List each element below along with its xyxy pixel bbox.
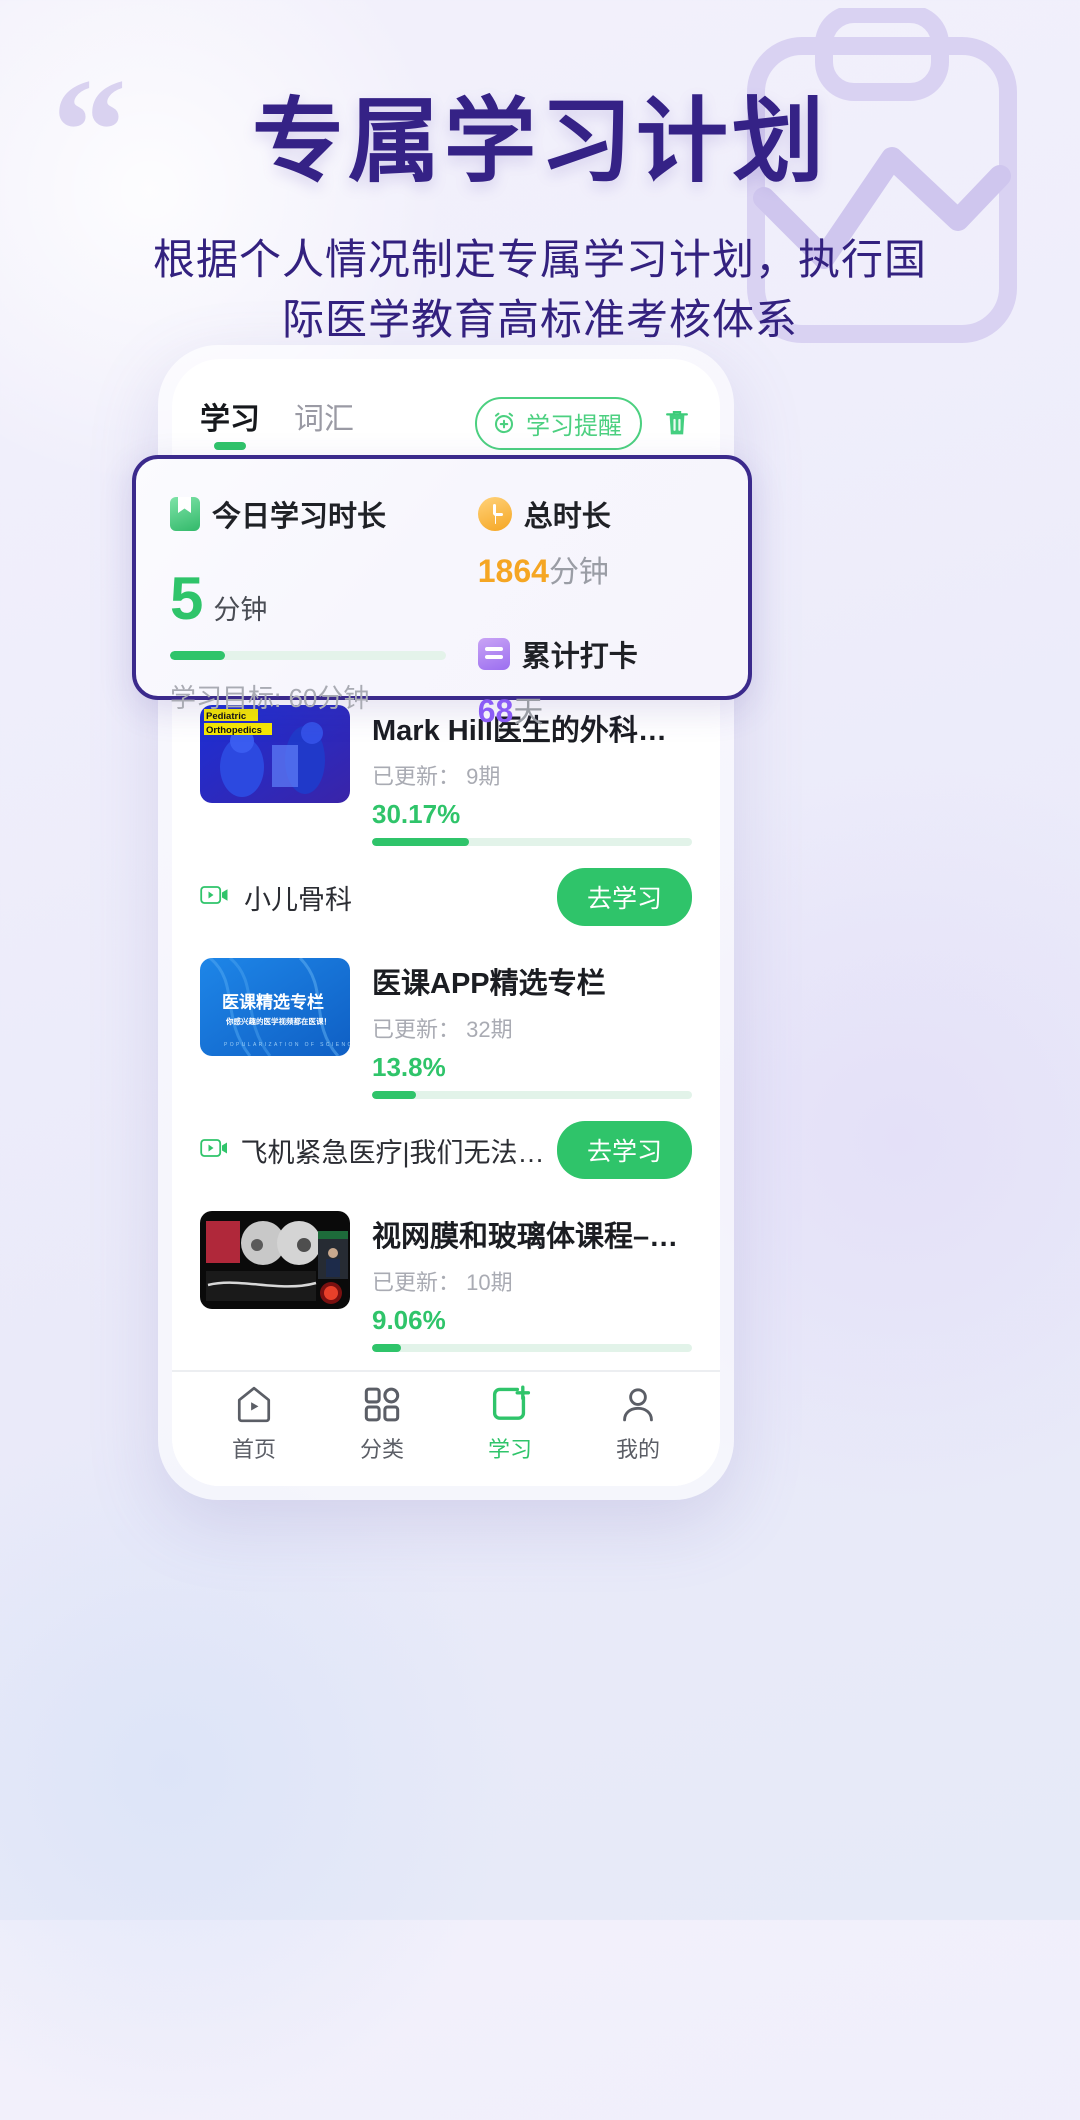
course-bottom-row: 飞机紧急医疗|我们无法着陆！ 去学习 [200, 1121, 692, 1185]
page-title: 专属学习计划 [251, 88, 828, 195]
person-icon [574, 1384, 702, 1424]
study-stats-card: 今日学习时长 5 分钟 学习目标: 60分钟 总时长 1864分钟 累计打卡 6… [132, 455, 752, 729]
course-progress-fill [372, 1091, 417, 1099]
checkin-block: 累计打卡 68天 [477, 633, 714, 731]
svg-text:你感兴趣的医学视频都在医课！: 你感兴趣的医学视频都在医课！ [225, 1016, 331, 1026]
svg-text:POPULARIZATION OF SCIENCE: POPULARIZATION OF SCIENCE [224, 1042, 350, 1048]
course-progress-percent: 30.17% [372, 799, 461, 829]
today-goal-label: 学习目标: 60分钟 [170, 683, 370, 713]
trash-icon [662, 407, 692, 439]
video-icon [200, 1135, 227, 1166]
course-episode-label: 飞机紧急医疗|我们无法着陆！ [240, 1137, 557, 1168]
app-header: 学习 词汇 学习提醒 [172, 359, 720, 451]
home-play-icon [190, 1384, 318, 1424]
course-updated: 已更新： 32期 [372, 1017, 513, 1042]
hero-subtitle: 根据个人情况制定专属学习计划，执行国 际医学教育高标准考核体系 [0, 230, 1080, 351]
checkin-header: 累计打卡 [477, 633, 714, 675]
checkin-unit: 天 [513, 696, 544, 729]
phone-mockup: 学习 词汇 学习提醒 Pediatric Orthopedics Mark Hi… [132, 345, 752, 1500]
hero-subtitle-line-1: 根据个人情况制定专属学习计划，执行国 [152, 236, 927, 283]
course-title: 医课APP精选专栏 [372, 968, 606, 1000]
course-progress-bar [372, 1344, 692, 1352]
today-goal-progress-bar [170, 651, 446, 660]
totals-block: 总时长 1864分钟 累计打卡 68天 [464, 493, 714, 729]
study-reminder-label: 学习提醒 [526, 412, 622, 440]
book-icon [170, 497, 200, 531]
tab-vocabulary-label: 词汇 [294, 403, 354, 436]
tab-study-label: 学习 [200, 403, 260, 436]
tab-study[interactable]: 学习 [200, 394, 260, 452]
delete-button[interactable] [662, 407, 692, 439]
tabbar-item-profile[interactable]: 我的 [574, 1384, 702, 1464]
today-study-block: 今日学习时长 5 分钟 学习目标: 60分钟 [170, 493, 464, 713]
hero-section: 专属学习计划 根据个人情况制定专属学习计划，执行国 际医学教育高标准考核体系 [0, 0, 1080, 351]
course-updated: 已更新： 9期 [372, 764, 501, 789]
tabbar-label-study: 学习 [487, 1437, 532, 1462]
total-duration-value-row: 1864分钟 [478, 547, 714, 591]
course-item[interactable]: 视网膜和玻璃体课程–讲座 已更新： 10期 9.06% [200, 1185, 692, 1370]
today-goal-progress-fill [170, 651, 226, 660]
alarm-clock-plus-icon [491, 410, 517, 436]
course-thumbnail[interactable]: 医课精选专栏 你感兴趣的医学视频都在医课！ POPULARIZATION OF … [200, 958, 350, 1056]
today-study-header: 今日学习时长 [170, 493, 446, 535]
checkin-value-row: 68天 [478, 687, 714, 731]
bottom-tabbar: 首页 分类 学习 我的 [172, 1370, 720, 1486]
total-duration-value: 1864 [477, 553, 549, 589]
course-top-row: 视网膜和玻璃体课程–讲座 已更新： 10期 9.06% [200, 1211, 692, 1352]
checkin-label: 累计打卡 [521, 641, 638, 673]
tab-vocabulary[interactable]: 词汇 [294, 394, 354, 452]
today-study-value-row: 5 分钟 [170, 569, 446, 629]
today-study-label: 今日学习时长 [212, 501, 387, 533]
go-study-button[interactable]: 去学习 [556, 868, 692, 926]
course-updated: 已更新： 10期 [372, 1270, 513, 1295]
tabbar-item-study[interactable]: 学习 [446, 1384, 574, 1464]
course-title: 视网膜和玻璃体课程–讲座 [372, 1221, 692, 1253]
tabbar-label-home: 首页 [231, 1437, 276, 1462]
course-bottom-row: 小儿骨科 去学习 [200, 868, 692, 932]
header-actions: 学习提醒 [475, 396, 692, 450]
course-item[interactable]: 医课精选专栏 你感兴趣的医学视频都在医课！ POPULARIZATION OF … [200, 932, 692, 1185]
tabbar-item-category[interactable]: 分类 [318, 1384, 446, 1464]
go-study-button[interactable]: 去学习 [556, 1121, 692, 1179]
course-progress-percent: 13.8% [372, 1052, 446, 1082]
course-episode-label: 小儿骨科 [244, 884, 352, 915]
svg-text:医课精选专栏: 医课精选专栏 [222, 992, 324, 1012]
top-tabs: 学习 词汇 [200, 394, 354, 452]
background-glow-bottom-left [0, 1420, 520, 2120]
svg-text:Orthopedics: Orthopedics [206, 725, 262, 736]
course-episode: 飞机紧急医疗|我们无法着陆！ [200, 1131, 557, 1170]
study-plus-icon [446, 1384, 574, 1424]
course-progress-fill [372, 1344, 401, 1352]
total-duration-label: 总时长 [523, 501, 611, 533]
course-thumbnail[interactable] [200, 1211, 350, 1309]
course-progress-fill [372, 838, 469, 846]
video-icon [200, 882, 230, 913]
course-meta: 视网膜和玻璃体课程–讲座 已更新： 10期 9.06% [372, 1211, 692, 1352]
tabbar-item-home[interactable]: 首页 [190, 1384, 318, 1464]
grid-icon [318, 1384, 446, 1424]
course-progress-bar [372, 838, 692, 846]
study-reminder-button[interactable]: 学习提醒 [475, 396, 642, 450]
calendar-icon [477, 638, 510, 670]
clock-icon [477, 497, 512, 531]
course-meta: 医课APP精选专栏 已更新： 32期 13.8% [372, 958, 692, 1099]
tabbar-label-profile: 我的 [615, 1437, 660, 1462]
total-duration-header: 总时长 [477, 493, 714, 535]
today-study-unit: 分钟 [213, 595, 268, 625]
course-progress-bar [372, 1091, 692, 1099]
today-study-value: 5 [170, 565, 204, 632]
total-duration-unit: 分钟 [548, 556, 609, 589]
tabbar-label-category: 分类 [359, 1437, 404, 1462]
hero-subtitle-line-2: 际医学教育高标准考核体系 [281, 296, 798, 344]
course-thumbnail[interactable]: Pediatric Orthopedics [200, 705, 350, 803]
checkin-value: 68 [477, 693, 514, 729]
tab-active-indicator [214, 442, 246, 450]
course-top-row: 医课精选专栏 你感兴趣的医学视频都在医课！ POPULARIZATION OF … [200, 958, 692, 1099]
course-progress-percent: 9.06% [372, 1305, 446, 1335]
course-episode: 小儿骨科 [200, 878, 352, 917]
